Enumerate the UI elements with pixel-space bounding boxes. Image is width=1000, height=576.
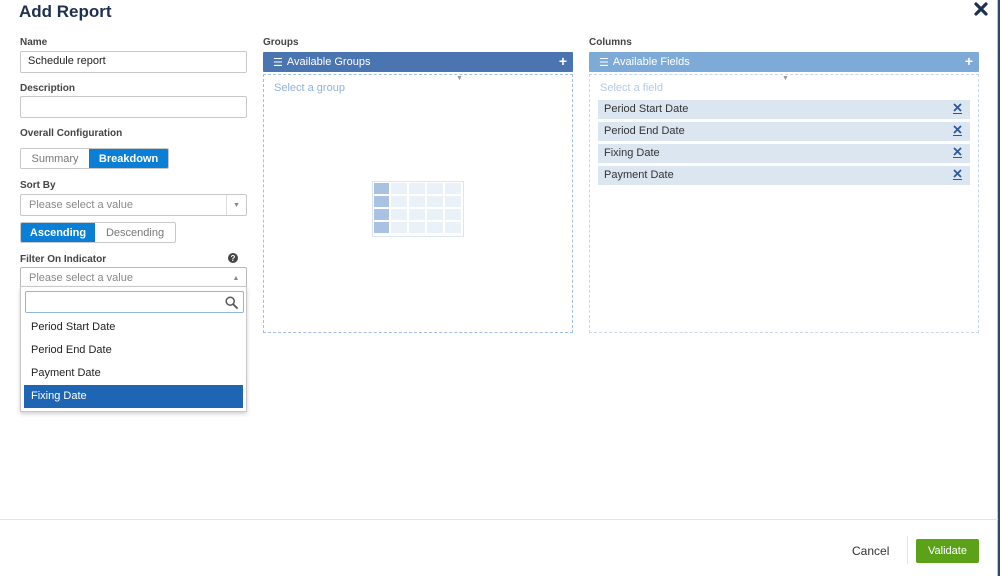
field-name: Fixing Date <box>604 147 660 159</box>
cancel-button[interactable]: Cancel <box>852 544 889 558</box>
filter-search-input[interactable] <box>25 291 244 313</box>
sort-order-toggle: Ascending Descending <box>20 222 176 243</box>
sort-by-placeholder: Please select a value <box>29 199 133 211</box>
filter-dropdown: Period Start Date Period End Date Paymen… <box>20 286 247 412</box>
overall-configuration-label: Overall Configuration <box>20 128 123 139</box>
available-fields-title: Available Fields <box>612 56 690 68</box>
columns-label: Columns <box>589 37 632 48</box>
available-groups-title: Available Groups <box>286 56 371 68</box>
remove-x-icon[interactable] <box>953 147 962 158</box>
footer-separator <box>907 536 908 564</box>
field-row[interactable]: Fixing Date <box>598 144 970 163</box>
field-row[interactable]: Period End Date <box>598 122 970 141</box>
field-name: Period Start Date <box>604 103 689 115</box>
name-label: Name <box>20 37 48 48</box>
remove-x-icon[interactable] <box>953 125 962 136</box>
modal-title: Add Report <box>19 2 112 21</box>
chevron-down-icon: ▼ <box>226 195 246 215</box>
field-row[interactable]: Payment Date <box>598 166 970 185</box>
list-icon: ☰ <box>599 56 609 69</box>
field-name: Period End Date <box>604 125 685 137</box>
groups-placeholder[interactable]: Select a group <box>274 82 345 94</box>
list-icon: ☰ <box>273 56 283 69</box>
add-field-plus-icon[interactable]: + <box>965 53 973 69</box>
groups-label: Groups <box>263 37 299 48</box>
description-label: Description <box>20 83 76 94</box>
overall-configuration-toggle: Summary Breakdown <box>20 148 169 169</box>
add-report-modal: Add Report Name Schedule report Descript… <box>0 0 998 576</box>
search-icon <box>225 296 238 309</box>
add-group-plus-icon[interactable]: + <box>559 53 567 69</box>
remove-x-icon[interactable] <box>953 169 962 180</box>
filter-placeholder: Please select a value <box>29 272 133 284</box>
name-input[interactable]: Schedule report <box>20 51 247 73</box>
help-icon[interactable]: ? <box>228 253 238 263</box>
filter-option[interactable]: Period End Date <box>24 339 243 362</box>
breakdown-option[interactable]: Breakdown <box>89 149 168 168</box>
close-icon[interactable] <box>972 0 990 18</box>
available-groups-header: ☰ Available Groups + <box>263 52 573 72</box>
table-grid-icon <box>372 181 464 237</box>
columns-placeholder[interactable]: Select a field <box>600 82 663 94</box>
filter-option[interactable]: Payment Date <box>24 362 243 385</box>
description-input[interactable] <box>20 96 247 118</box>
filter-option[interactable]: Period Start Date <box>24 316 243 339</box>
footer-divider <box>0 519 998 520</box>
available-fields-header: ☰ Available Fields + <box>589 52 979 72</box>
columns-caret-icon: ▼ <box>782 75 789 82</box>
sort-by-select[interactable]: Please select a value ▼ <box>20 194 247 216</box>
chevron-up-icon: ▲ <box>232 274 240 282</box>
remove-x-icon[interactable] <box>953 103 962 114</box>
filter-on-indicator-label: Filter On Indicator <box>20 254 107 265</box>
groups-caret-icon: ▼ <box>456 75 463 82</box>
summary-option[interactable]: Summary <box>21 149 90 168</box>
field-row[interactable]: Period Start Date <box>598 100 970 119</box>
filter-option-highlighted[interactable]: Fixing Date <box>24 385 243 408</box>
descending-option[interactable]: Descending <box>95 223 175 242</box>
validate-button[interactable]: Validate <box>916 539 979 563</box>
sort-by-label: Sort By <box>20 180 56 191</box>
field-name: Payment Date <box>604 169 674 181</box>
ascending-option[interactable]: Ascending <box>21 223 96 242</box>
